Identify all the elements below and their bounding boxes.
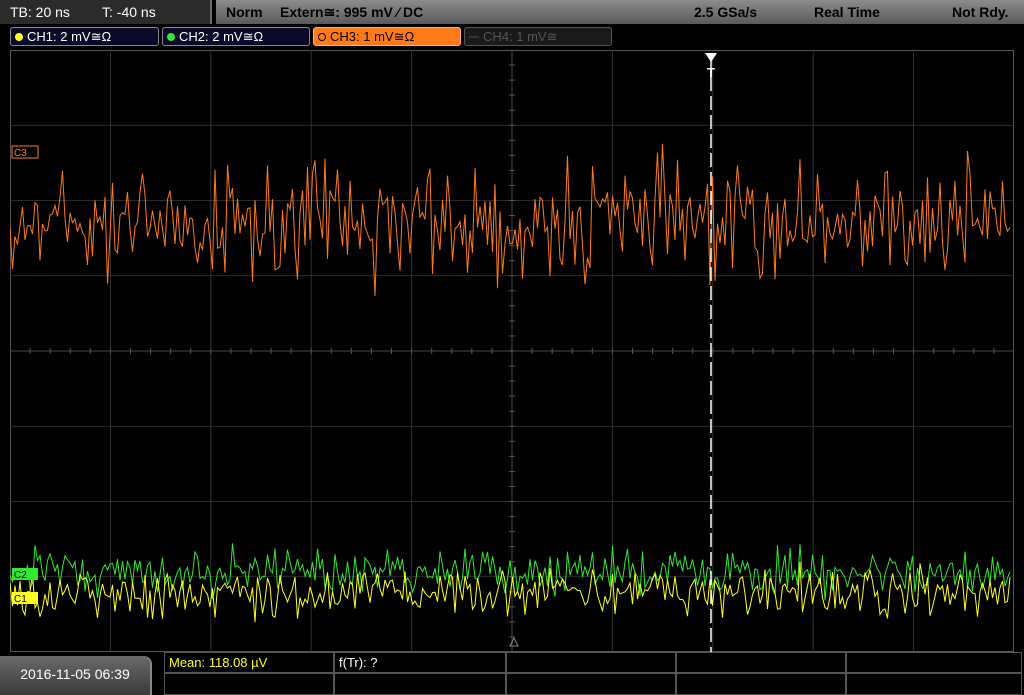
channel-2-label: CH2: 2 mV≅Ω xyxy=(179,29,264,44)
waveform-display[interactable]: T C3 C2 C1 xyxy=(10,50,1014,652)
acquisition-mode: Real Time xyxy=(814,4,880,20)
channel-2-button[interactable]: CH2: 2 mV≅Ω xyxy=(162,27,310,46)
measurement-slot-8[interactable] xyxy=(506,673,676,695)
measurement-slot-6[interactable] xyxy=(164,673,334,695)
channel-2-marker-label: C2 xyxy=(14,570,27,581)
trigger-mode: Norm xyxy=(226,4,263,20)
run-status: Not Rdy. xyxy=(952,4,1009,20)
channel-2-dot-icon xyxy=(167,32,175,41)
date-time-display: 2016-11-05 06:39 xyxy=(0,656,152,695)
channel-3-label: CH3: 1 mV≅Ω xyxy=(330,29,415,44)
trigger-position-label: T: -40 ns xyxy=(102,4,156,20)
measurement-panel[interactable]: Mean: 118.08 µV f(Tr): ? xyxy=(164,652,1024,695)
trigger-source: Extern≅: 995 mV ⁄ DC xyxy=(280,4,424,20)
trigger-marker-label: T xyxy=(707,65,715,80)
channel-1-label: CH1: 2 mV≅Ω xyxy=(27,29,112,44)
channel-4-off-icon xyxy=(469,35,479,38)
channel-1-dot-icon xyxy=(15,32,23,41)
timebase-box[interactable]: TB: 20 ns T: -40 ns xyxy=(0,0,212,24)
measurement-slot-7[interactable] xyxy=(334,673,506,695)
waveform-svg: T C3 C2 C1 xyxy=(10,50,1014,652)
timebase-label: TB: 20 ns xyxy=(10,4,70,20)
mean-measurement[interactable]: Mean: 118.08 µV xyxy=(164,652,334,673)
channel-3-marker-label: C3 xyxy=(14,148,27,159)
channel-3-dot-icon xyxy=(318,32,326,41)
channel-3-button[interactable]: CH3: 1 mV≅Ω xyxy=(313,27,461,46)
frequency-measurement[interactable]: f(Tr): ? xyxy=(334,652,506,673)
measurement-slot-10[interactable] xyxy=(846,673,1022,695)
measurement-slot-3[interactable] xyxy=(506,652,676,673)
measurement-slot-4[interactable] xyxy=(676,652,846,673)
channel-4-button[interactable]: CH4: 1 mV≅ xyxy=(464,27,612,46)
channel-4-label: CH4: 1 mV≅ xyxy=(483,29,558,44)
measurement-slot-5[interactable] xyxy=(846,652,1022,673)
channel-1-button[interactable]: CH1: 2 mV≅Ω xyxy=(10,27,159,46)
channel-1-marker-label: C1 xyxy=(14,594,27,605)
sample-rate: 2.5 GSa/s xyxy=(694,4,758,20)
measurement-slot-9[interactable] xyxy=(676,673,846,695)
acquisition-status-strip[interactable]: Norm Extern≅: 995 mV ⁄ DC 2.5 GSa/s Real… xyxy=(216,0,1024,24)
